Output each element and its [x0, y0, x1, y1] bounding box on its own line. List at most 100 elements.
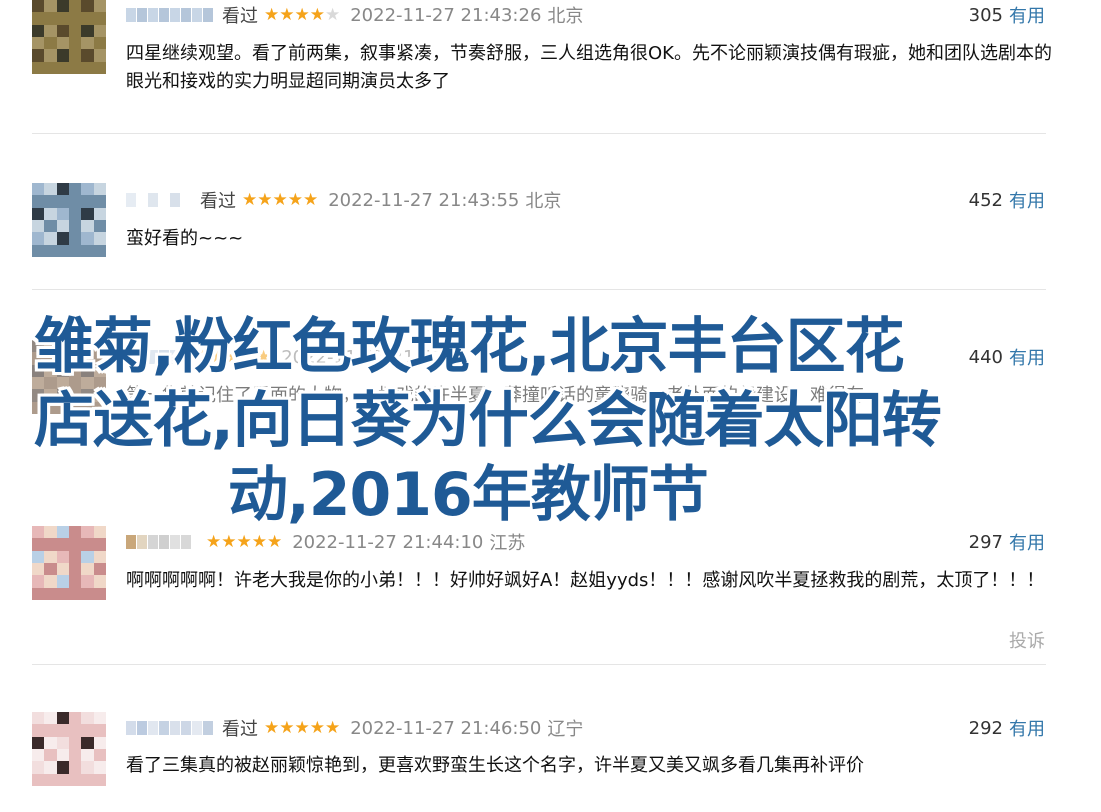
avatar-pixel	[56, 61, 70, 74]
avatar-pixel	[56, 37, 70, 50]
avatar-pixel	[44, 736, 58, 750]
overlay-line: 雏菊,粉红色玫瑰花,北京丰台区花	[34, 312, 905, 382]
review-content: 四星继续观望。看了前两集，叙事紧凑，节奏舒服，三人组选角很OK。先不论丽颖演技偶…	[126, 43, 1052, 92]
avatar-pixel	[69, 37, 82, 50]
review-meta: 看过 ★★★★★ 2022-11-27 21:46:50 辽宁	[126, 715, 583, 741]
avatar-pixel	[56, 563, 70, 576]
avatar-pixel	[32, 24, 45, 38]
review-location: 辽宁	[547, 719, 584, 740]
avatar-pixel	[93, 526, 106, 539]
avatar-pixel	[32, 49, 45, 63]
report-button[interactable]: 投诉	[1009, 627, 1045, 653]
avatar-pixel	[93, 587, 106, 600]
avatar-pixel	[69, 244, 82, 257]
avatar-pixel	[56, 49, 70, 63]
avatar-pixel	[56, 749, 70, 762]
avatar-pixel	[93, 749, 106, 762]
watched-label: 看过	[222, 719, 258, 740]
vote-count: 440	[968, 346, 1003, 368]
avatar-pixel	[69, 563, 82, 576]
avatar[interactable]	[32, 526, 106, 600]
avatar-pixel	[56, 207, 70, 221]
overlay-line: 动,2016年教师节	[228, 460, 709, 530]
avatar-pixel	[56, 575, 70, 589]
avatar-pixel	[32, 195, 45, 209]
useful-button[interactable]: 有用	[1009, 2, 1045, 28]
avatar-pixel	[32, 724, 45, 738]
review-content: 看了三集真的被赵丽颖惊艳到，更喜欢野蛮生长这个名字，许半夏又美又飒多看几集再补评…	[126, 755, 864, 776]
avatar-pixel	[32, 526, 45, 539]
votes: 297 有用	[969, 529, 1045, 555]
useful-button[interactable]: 有用	[1009, 715, 1045, 741]
avatar-pixel	[44, 12, 58, 26]
votes: 452 有用	[969, 187, 1045, 213]
avatar-pixel	[81, 773, 95, 786]
avatar-pixel	[56, 24, 70, 38]
avatar-pixel	[81, 207, 95, 221]
avatar-pixel	[69, 773, 82, 786]
avatar-pixel	[81, 195, 95, 209]
avatar-pixel	[81, 244, 95, 257]
username-blurred[interactable]	[126, 193, 192, 207]
avatar-pixel	[93, 12, 106, 26]
watched-label: 看过	[222, 6, 258, 27]
avatar-pixel	[56, 220, 70, 233]
avatar-pixel	[93, 0, 106, 13]
votes: 305 有用	[969, 2, 1045, 28]
avatar-pixel	[69, 724, 82, 738]
avatar-pixel	[32, 712, 45, 725]
avatar-pixel	[69, 195, 82, 209]
avatar-pixel	[81, 49, 95, 63]
avatar-pixel	[32, 0, 45, 13]
avatar-pixel	[32, 183, 45, 196]
avatar-pixel	[44, 244, 58, 257]
avatar-pixel	[93, 220, 106, 233]
useful-button[interactable]: 有用	[1009, 344, 1045, 370]
divider	[32, 133, 1046, 134]
avatar-pixel	[69, 538, 82, 552]
avatar-pixel	[56, 232, 70, 246]
avatar-pixel	[56, 538, 70, 552]
avatar-pixel	[44, 24, 58, 38]
avatar-pixel	[44, 183, 58, 196]
avatar-pixel	[69, 0, 82, 13]
avatar-pixel	[44, 220, 58, 233]
avatar-pixel	[69, 749, 82, 762]
avatar-pixel	[44, 0, 58, 13]
avatar-pixel	[69, 183, 82, 196]
avatar-pixel	[32, 575, 45, 589]
avatar-pixel	[32, 220, 45, 233]
avatar-pixel	[56, 587, 70, 600]
useful-button[interactable]: 有用	[1009, 529, 1045, 555]
avatar-pixel	[69, 24, 82, 38]
avatar-pixel	[56, 0, 70, 13]
avatar-pixel	[69, 207, 82, 221]
avatar[interactable]	[32, 712, 106, 786]
avatar-pixel	[32, 207, 45, 221]
avatar-pixel	[32, 538, 45, 552]
avatar-pixel	[93, 37, 106, 50]
avatar[interactable]	[32, 183, 106, 257]
username-blurred[interactable]	[126, 8, 214, 22]
review-time: 2022-11-27 21:46:50	[350, 717, 542, 739]
avatar-pixel	[93, 49, 106, 63]
review-time: 2022-11-27 21:43:26	[350, 4, 542, 26]
username-blurred[interactable]	[126, 721, 214, 735]
vote-count: 305	[968, 4, 1003, 26]
useful-button[interactable]: 有用	[1009, 187, 1045, 213]
avatar-pixel	[69, 550, 82, 564]
avatar-pixel	[69, 49, 82, 63]
avatar[interactable]	[32, 0, 106, 74]
avatar-pixel	[44, 232, 58, 246]
avatar-pixel	[93, 563, 106, 576]
avatar-pixel	[81, 749, 95, 762]
review-location: 北京	[547, 6, 584, 27]
avatar-pixel	[32, 749, 45, 762]
avatar-pixel	[93, 232, 106, 246]
avatar-pixel	[93, 724, 106, 738]
avatar-pixel	[69, 736, 82, 750]
avatar-pixel	[56, 773, 70, 786]
review-location: 北京	[525, 191, 562, 212]
username-blurred[interactable]	[126, 535, 192, 549]
rating-stars-icon: ★★★★★	[264, 718, 341, 738]
